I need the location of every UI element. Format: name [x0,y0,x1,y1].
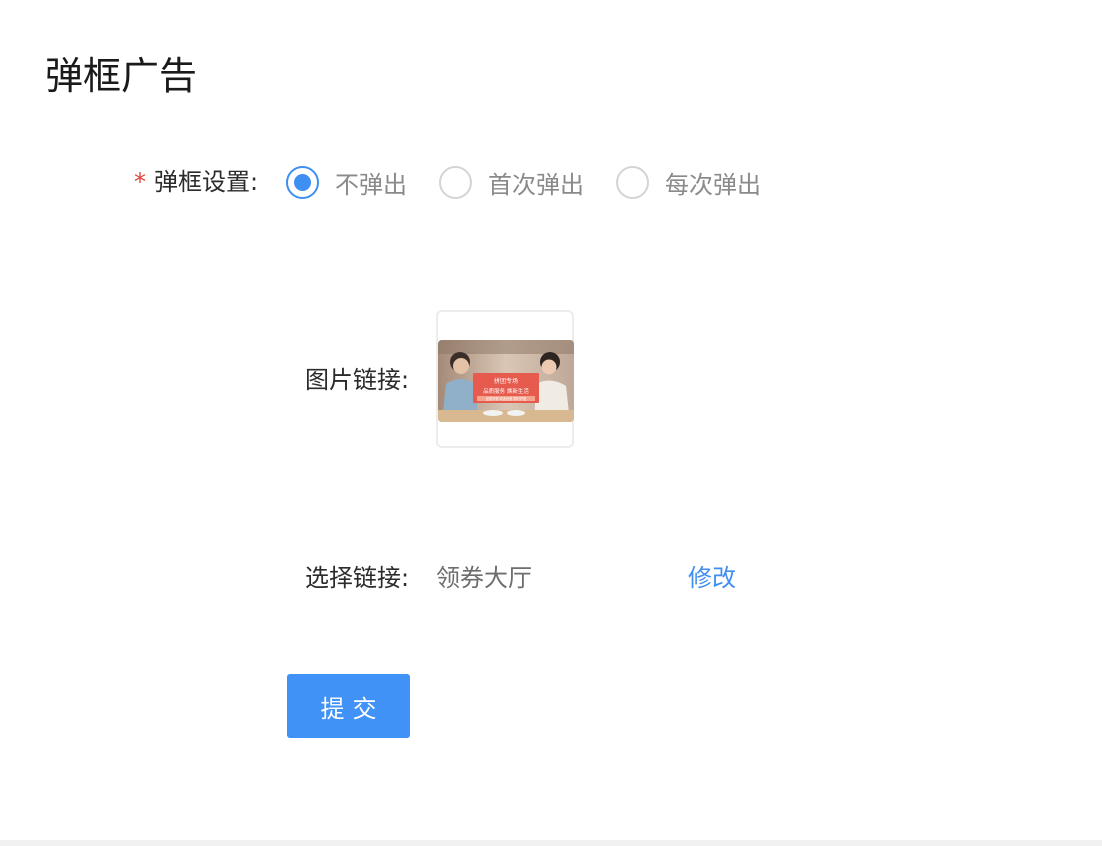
ad-image-thumbnail: 拼团专场 品质服务 焕新生活 品质好物 精选优惠 限时开团 [438,340,574,422]
bottom-divider [0,840,1102,846]
radio-option-first-popup[interactable]: 首次弹出 [439,165,584,200]
radio-label-no-popup: 不弹出 [335,170,407,199]
page-title: 弹框广告 [45,54,198,98]
selected-link-value: 领券大厅 [436,564,532,592]
radio-option-no-popup[interactable]: 不弹出 [286,165,407,200]
image-upload-box[interactable]: 拼团专场 品质服务 焕新生活 品质好物 精选优惠 限时开团 [436,310,574,448]
select-link-label: 选择链接: [305,564,410,592]
modify-link-button[interactable]: 修改 [688,562,736,594]
radio-label-every-popup: 每次弹出 [665,170,761,199]
ad-headline-text: 品质服务 焕新生活 [483,387,529,395]
popup-setting-radio-group: 不弹出 首次弹出 每次弹出 [286,165,793,199]
popup-setting-label-text: 弹框设置: [154,168,259,196]
required-star: * [134,168,146,196]
submit-button[interactable]: 提交 [287,674,410,738]
popup-ad-page: 弹框广告 * 弹框设置: 不弹出 首次弹出 每次弹出 图片链接: 拼团专场 品质… [0,0,1102,846]
ad-subline-text: 品质好物 精选优惠 限时开团 [486,396,526,401]
popup-setting-label: * 弹框设置: [134,166,258,198]
radio-label-first-popup: 首次弹出 [488,170,584,199]
radio-option-every-popup[interactable]: 每次弹出 [616,165,761,200]
image-link-label: 图片链接: [305,366,410,394]
radio-button[interactable] [616,165,649,199]
ad-image-illustration: 拼团专场 品质服务 焕新生活 品质好物 精选优惠 限时开团 [438,340,574,422]
radio-button-checked[interactable] [286,165,319,199]
radio-button[interactable] [439,165,472,199]
ad-banner-text: 拼团专场 [494,377,518,385]
